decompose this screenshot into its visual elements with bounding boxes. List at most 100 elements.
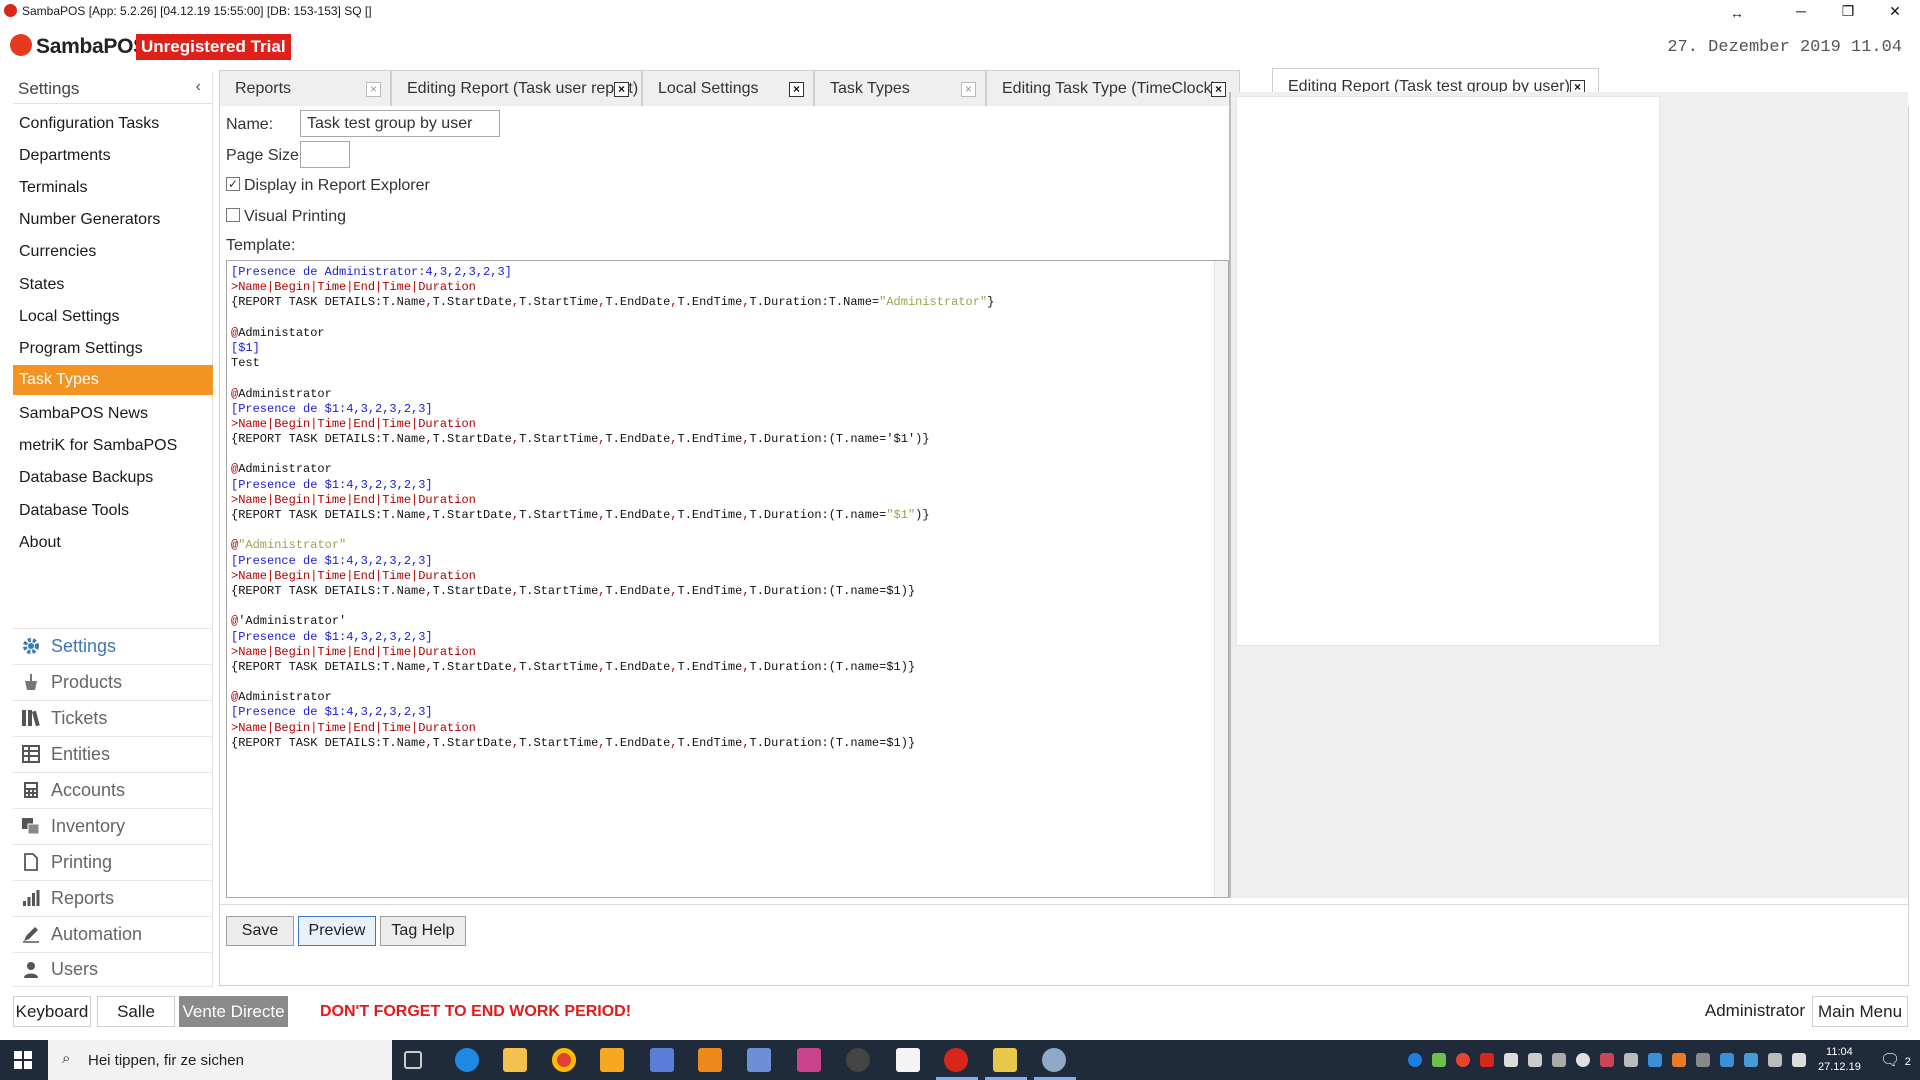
- visual-printing-checkbox[interactable]: [226, 208, 240, 222]
- close-tab-icon[interactable]: ×: [614, 82, 629, 97]
- keyboard-button[interactable]: Keyboard: [13, 996, 91, 1027]
- sidebar-item-number-generators[interactable]: Number Generators: [13, 205, 213, 235]
- notes-app-icon[interactable]: [993, 1048, 1017, 1072]
- tab-editing-task-type-timeclock[interactable]: Editing Task Type (TimeClock) ×: [986, 70, 1240, 106]
- chrome-icon[interactable]: [552, 1048, 576, 1072]
- nav-products[interactable]: Products: [13, 664, 213, 699]
- tray-icon[interactable]: [1720, 1053, 1734, 1067]
- sidebar-item-currencies[interactable]: Currencies: [13, 237, 213, 267]
- close-tab-icon[interactable]: ×: [789, 82, 804, 97]
- salle-button[interactable]: Salle: [97, 996, 175, 1027]
- sidebar-item-departments[interactable]: Departments: [13, 141, 213, 171]
- editor-scrollbar[interactable]: [1214, 261, 1228, 897]
- settings-app-icon[interactable]: [698, 1048, 722, 1072]
- task-view-icon[interactable]: [404, 1051, 422, 1069]
- restore-button[interactable]: ❐: [1825, 0, 1871, 22]
- close-tab-icon[interactable]: ×: [366, 82, 381, 97]
- volume-tray-icon[interactable]: [1792, 1053, 1806, 1067]
- nav-settings[interactable]: Settings: [13, 628, 213, 663]
- tray-icon[interactable]: [1504, 1053, 1518, 1067]
- tray-icon[interactable]: [1696, 1053, 1710, 1067]
- pane-splitter[interactable]: [1229, 92, 1231, 898]
- chrome-tray-icon[interactable]: [1456, 1053, 1470, 1067]
- display-in-explorer-checkbox[interactable]: ✓: [226, 177, 240, 191]
- nav-inventory[interactable]: Inventory: [13, 808, 213, 843]
- nav-automation[interactable]: Automation: [13, 916, 213, 951]
- remote-tool-icon[interactable]: [747, 1048, 771, 1072]
- tab-task-types[interactable]: Task Types ×: [814, 70, 986, 106]
- onedrive-tray-icon[interactable]: [1576, 1053, 1590, 1067]
- template-line: @Administrator: [231, 690, 332, 705]
- sidebar-item-about[interactable]: About: [13, 528, 213, 558]
- sidebar-item-configuration-tasks[interactable]: Configuration Tasks: [13, 109, 213, 139]
- sambapos-taskbar-icon[interactable]: [944, 1048, 968, 1072]
- taskbar-clock[interactable]: 11:04 27.12.19: [1818, 1045, 1861, 1075]
- tray-icon[interactable]: [1672, 1053, 1686, 1067]
- tray-icon[interactable]: [1648, 1053, 1662, 1067]
- nav-accounts[interactable]: Accounts: [13, 772, 213, 807]
- template-editor[interactable]: [Presence de Administrator:4,3,2,3,2,3] >…: [226, 260, 1229, 898]
- nav-tickets[interactable]: Tickets: [13, 700, 213, 735]
- skype-tray-icon[interactable]: [1408, 1053, 1422, 1067]
- user-icon: [20, 961, 42, 979]
- tray-icon[interactable]: [1480, 1053, 1494, 1067]
- nav-entities[interactable]: Entities: [13, 736, 213, 771]
- sidebar-item-database-backups[interactable]: Database Backups: [13, 463, 213, 493]
- vente-directe-button[interactable]: Vente Directe: [179, 996, 288, 1027]
- file-explorer-icon[interactable]: [503, 1048, 527, 1072]
- battery-tray-icon[interactable]: [1768, 1053, 1782, 1067]
- tab-label: Editing Report (Task user report): [407, 80, 639, 97]
- nav-reports[interactable]: Reports: [13, 880, 213, 915]
- main-menu-button[interactable]: Main Menu: [1812, 996, 1908, 1027]
- template-line: [231, 311, 994, 326]
- template-line: {REPORT TASK DETAILS:T.Name,T.StartDate,…: [231, 432, 930, 447]
- template-line: >Name|Begin|Time|End|Time|Duration: [231, 280, 476, 295]
- sidebar-item-task-types[interactable]: Task Types: [13, 365, 213, 395]
- template-line: @'Administrator': [231, 614, 347, 629]
- preview-button[interactable]: Preview: [298, 916, 376, 946]
- tray-icon[interactable]: [1600, 1053, 1614, 1067]
- tab-local-settings[interactable]: Local Settings ×: [642, 70, 814, 106]
- edge-icon[interactable]: [455, 1048, 479, 1072]
- sidebar-item-database-tools[interactable]: Database Tools: [13, 496, 213, 526]
- sidebar-item-terminals[interactable]: Terminals: [13, 173, 213, 203]
- tab-editing-report-task-user[interactable]: Editing Report (Task user report) ×: [391, 70, 642, 106]
- notification-center[interactable]: 🗨 2: [1880, 1050, 1911, 1070]
- sidebar-item-metrik[interactable]: metriK for SambaPOS: [13, 431, 213, 461]
- template-line: [Presence de $1:4,3,2,3,2,3]: [231, 477, 433, 492]
- close-window-button[interactable]: ✕: [1872, 0, 1918, 22]
- close-tab-icon[interactable]: ×: [1211, 82, 1226, 97]
- outlook-icon[interactable]: [600, 1048, 624, 1072]
- tag-help-button[interactable]: Tag Help: [380, 916, 466, 946]
- name-input[interactable]: Task test group by user: [300, 110, 500, 137]
- sidebar-item-program-settings[interactable]: Program Settings: [13, 334, 213, 364]
- tray-icon[interactable]: [1528, 1053, 1542, 1067]
- calendar-app-icon[interactable]: [896, 1048, 920, 1072]
- template-line: [231, 675, 994, 690]
- wifi-tray-icon[interactable]: [1744, 1053, 1758, 1067]
- report-preview-area: [1236, 96, 1660, 646]
- tray-icon[interactable]: [1624, 1053, 1638, 1067]
- windows-start-icon[interactable]: [14, 1051, 32, 1069]
- nav-printing[interactable]: Printing: [13, 844, 213, 879]
- page-size-input[interactable]: [300, 141, 350, 168]
- tray-icon[interactable]: [1432, 1053, 1446, 1067]
- tray-icon[interactable]: [1552, 1053, 1566, 1067]
- save-button[interactable]: Save: [226, 916, 294, 946]
- windows-taskbar: ⌕ Hei tippen, fir ze sichen 11:04 27.12.…: [0, 1040, 1920, 1080]
- image-editor-icon[interactable]: [797, 1048, 821, 1072]
- minimize-button[interactable]: ─: [1778, 0, 1824, 22]
- close-tab-icon[interactable]: ×: [961, 82, 976, 97]
- tool-app-icon[interactable]: [1042, 1048, 1066, 1072]
- template-line: [$1]: [231, 340, 260, 355]
- sidebar-item-states[interactable]: States: [13, 270, 213, 300]
- network-tool-icon[interactable]: [650, 1048, 674, 1072]
- taskbar-search[interactable]: ⌕ Hei tippen, fir ze sichen: [48, 1040, 392, 1080]
- collapse-sidebar-icon[interactable]: ‹: [196, 78, 201, 96]
- sidebar-item-local-settings[interactable]: Local Settings: [13, 302, 213, 332]
- tab-reports[interactable]: Reports ×: [219, 70, 391, 106]
- nav-users[interactable]: Users: [13, 952, 213, 987]
- media-app-icon[interactable]: [846, 1048, 870, 1072]
- sidebar-item-sambapos-news[interactable]: SambaPOS News: [13, 399, 213, 429]
- template-line: @Administrator: [231, 462, 332, 477]
